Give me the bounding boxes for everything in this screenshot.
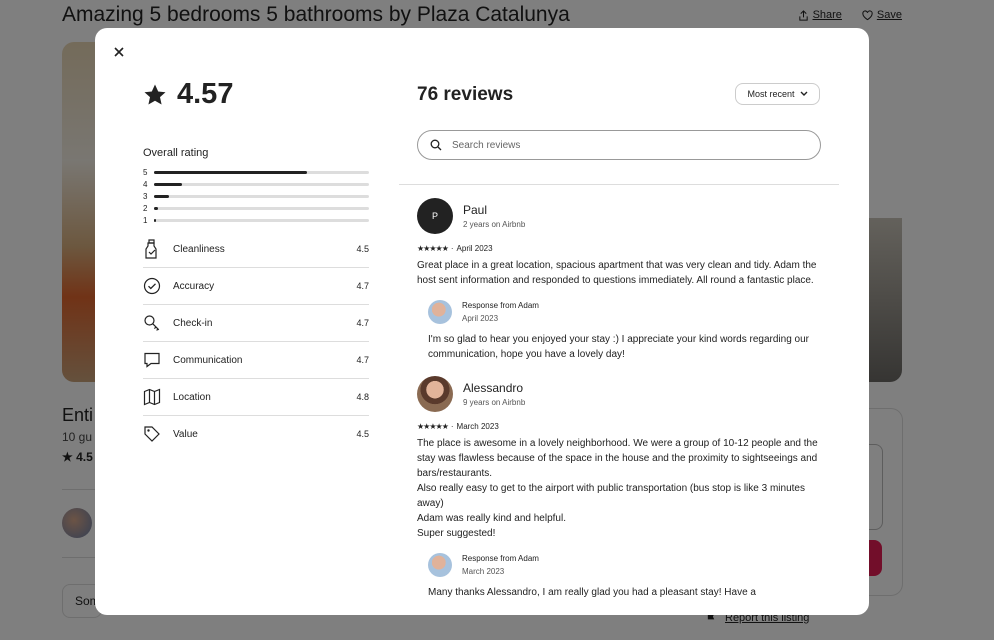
host-avatar[interactable] [428, 553, 452, 577]
reviews-modal: 4.57 Overall rating 5 4 3 2 1 Cleanliness 4.5… [95, 28, 869, 615]
host-response: Response from Adam March 2023 Many thank… [428, 553, 827, 600]
distribution-fill [154, 182, 182, 186]
distribution-row: 1 [143, 214, 369, 226]
distribution-stars: 3 [143, 191, 148, 201]
review-rating: ★★★★★ · April 2023 [417, 244, 493, 253]
distribution-track [154, 218, 369, 222]
category-value: 4.8 [356, 392, 369, 402]
distribution-row: 5 [143, 166, 369, 178]
category-name: Check-in [173, 317, 213, 329]
host-avatar[interactable] [428, 300, 452, 324]
response-title: Response from Adam [462, 554, 539, 563]
response-date: April 2023 [462, 314, 499, 323]
review-text: The place is awesome in a lovely neighbo… [417, 438, 818, 539]
spray-bottle-icon [143, 239, 173, 259]
review-text: Great place in a great location, spaciou… [417, 260, 817, 286]
category-row-communication: Communication 4.7 [143, 342, 369, 379]
reviewer-avatar[interactable]: P [417, 198, 453, 234]
search-icon [430, 139, 442, 151]
category-row-cleanliness: Cleanliness 4.5 [143, 231, 369, 268]
rating-distribution: 5 4 3 2 1 [143, 166, 369, 226]
reviewer-name: Alessandro [463, 381, 524, 395]
search-reviews[interactable] [417, 130, 821, 160]
category-name: Value [173, 428, 198, 440]
star-icon [144, 84, 166, 104]
chevron-down-icon [800, 91, 808, 96]
review-rating: ★★★★★ · March 2023 [417, 422, 499, 431]
distribution-fill [154, 218, 157, 222]
category-name: Cleanliness [173, 243, 225, 255]
category-name: Location [173, 391, 211, 403]
category-value: 4.5 [356, 244, 369, 254]
host-response: Response from Adam April 2023 I'm so gla… [428, 300, 827, 362]
response-text: I'm so glad to hear you enjoyed your sta… [428, 334, 810, 360]
distribution-fill [154, 206, 159, 210]
review-item: P Paul 2 years on Airbnb ★★★★★ · April 2… [417, 198, 827, 362]
response-date: March 2023 [462, 567, 505, 576]
overall-score-value: 4.57 [177, 78, 234, 110]
distribution-stars: 5 [143, 167, 148, 177]
distribution-stars: 1 [143, 215, 148, 225]
distribution-track [154, 182, 369, 186]
distribution-track [154, 206, 369, 210]
check-circle-icon [143, 277, 173, 295]
category-row-check-in: Check-in 4.7 [143, 305, 369, 342]
close-icon [114, 47, 124, 57]
reviewer-tenure: 2 years on Airbnb [463, 220, 526, 229]
category-row-value: Value 4.5 [143, 416, 369, 452]
category-value: 4.7 [356, 281, 369, 291]
distribution-track [154, 170, 369, 174]
reviews-count: 76 reviews [417, 84, 514, 105]
review-list: P Paul 2 years on Airbnb ★★★★★ · April 2… [417, 198, 827, 614]
category-value: 4.7 [356, 318, 369, 328]
distribution-row: 3 [143, 190, 369, 202]
overall-rating-label: Overall rating [143, 147, 209, 159]
category-value: 4.7 [356, 355, 369, 365]
sort-dropdown[interactable]: Most recent [735, 83, 820, 105]
response-title: Response from Adam [462, 301, 539, 310]
review-date: April 2023 [456, 244, 493, 253]
review-item: Alessandro 9 years on Airbnb ★★★★★ · Mar… [417, 376, 827, 600]
reviewer-tenure: 9 years on Airbnb [463, 398, 526, 407]
distribution-row: 2 [143, 202, 369, 214]
category-name: Accuracy [173, 280, 215, 292]
close-button[interactable] [109, 42, 129, 62]
distribution-stars: 4 [143, 179, 148, 189]
tag-icon [143, 425, 173, 443]
distribution-stars: 2 [143, 203, 148, 213]
sort-label: Most recent [747, 89, 795, 99]
map-icon [143, 388, 173, 406]
category-row-location: Location 4.8 [143, 379, 369, 416]
header-divider [399, 184, 839, 185]
category-ratings: Cleanliness 4.5 Accuracy 4.7 Check-in 4.7 Comm… [143, 231, 369, 452]
key-icon [143, 314, 173, 332]
category-name: Communication [173, 354, 243, 366]
reviewer-avatar[interactable] [417, 376, 453, 412]
distribution-track [154, 194, 369, 198]
response-text: Many thanks Alessandro, I am really glad… [428, 587, 756, 598]
reviewer-name: Paul [463, 203, 488, 217]
review-date: March 2023 [456, 422, 499, 431]
review-stars: ★★★★★ [417, 422, 449, 431]
search-input[interactable] [450, 138, 794, 152]
message-icon [143, 351, 173, 369]
review-stars: ★★★★★ [417, 244, 449, 253]
overall-score: 4.57 [143, 78, 233, 111]
category-row-accuracy: Accuracy 4.7 [143, 268, 369, 305]
distribution-fill [154, 170, 307, 174]
distribution-row: 4 [143, 178, 369, 190]
distribution-fill [154, 194, 170, 198]
category-value: 4.5 [356, 429, 369, 439]
